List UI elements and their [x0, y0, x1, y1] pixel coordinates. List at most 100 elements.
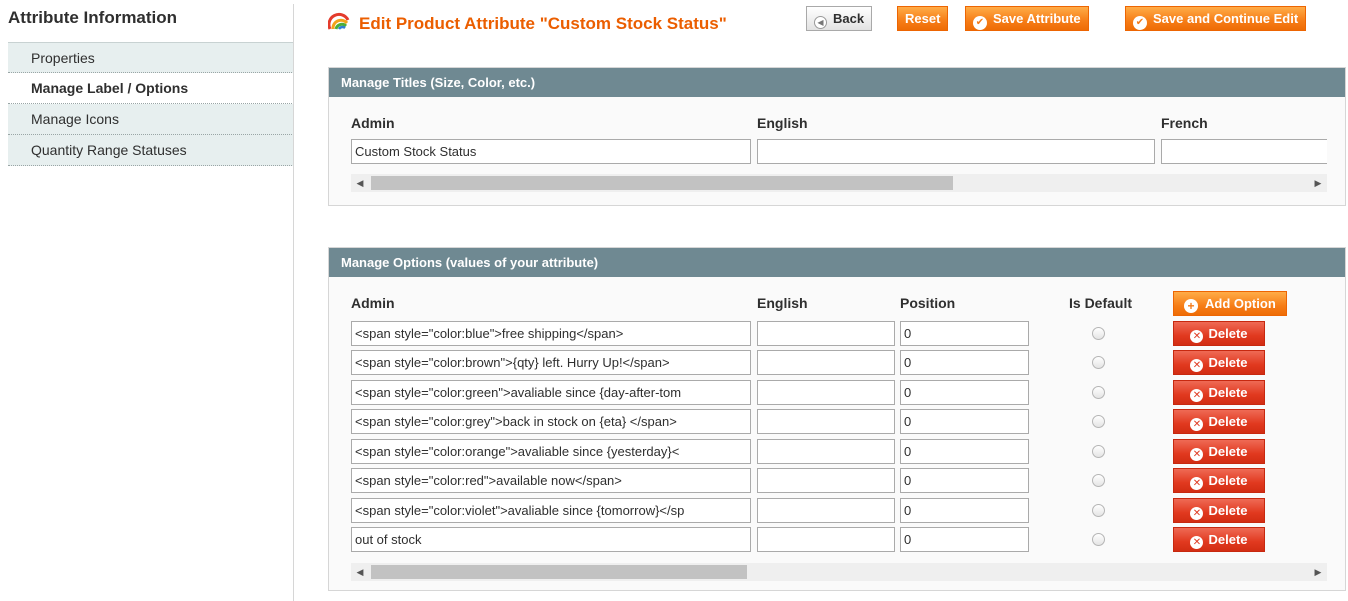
option-admin-input[interactable]: <span style="color:violet">avaliable sin… — [351, 498, 751, 523]
sidebar-tabs: Properties Manage Label / Options Manage… — [8, 42, 294, 166]
option-admin-input[interactable]: <span style="color:blue">free shipping</… — [351, 321, 751, 346]
delete-icon: ✕ — [1190, 507, 1204, 520]
option-english-input[interactable] — [757, 439, 895, 464]
titles-col-english: English — [757, 115, 808, 131]
option-position-input[interactable]: 0 — [900, 350, 1029, 375]
save-attribute-button[interactable]: ✔ Save Attribute — [965, 6, 1089, 31]
option-default-radio[interactable] — [1092, 533, 1105, 546]
back-button-label: Back — [833, 11, 865, 26]
delete-option-button[interactable]: ✕ Delete — [1173, 409, 1265, 434]
check-icon: ✔ — [973, 16, 987, 30]
delete-icon: ✕ — [1190, 448, 1204, 461]
page-header: Edit Product Attribute "Custom Stock Sta… — [328, 6, 1348, 36]
option-admin-input[interactable]: <span style="color:red">available now</s… — [351, 468, 751, 493]
delete-label: Delete — [1208, 385, 1248, 400]
option-default-radio[interactable] — [1092, 415, 1105, 428]
add-option-button[interactable]: + Add Option — [1173, 291, 1287, 316]
option-position-input[interactable]: 0 — [900, 527, 1029, 552]
options-col-english: English — [757, 295, 808, 311]
option-position-input[interactable]: 0 — [900, 321, 1029, 346]
option-admin-input[interactable]: <span style="color:grey">back in stock o… — [351, 409, 751, 434]
rainbow-icon — [328, 12, 350, 30]
plus-icon: + — [1184, 299, 1198, 313]
reset-button-label: Reset — [905, 11, 941, 26]
save-continue-label: Save and Continue Edit — [1153, 11, 1299, 26]
save-attribute-label: Save Attribute — [993, 11, 1081, 26]
reset-button[interactable]: Reset — [897, 6, 949, 31]
option-english-input[interactable] — [757, 409, 895, 434]
check-icon: ✔ — [1133, 16, 1147, 30]
delete-label: Delete — [1208, 532, 1248, 547]
option-admin-input[interactable]: out of stock — [351, 527, 751, 552]
scroll-thumb[interactable] — [371, 565, 747, 579]
option-english-input[interactable] — [757, 527, 895, 552]
delete-label: Delete — [1208, 414, 1248, 429]
options-col-is-default: Is Default — [1069, 295, 1133, 311]
delete-label: Delete — [1208, 355, 1248, 370]
add-option-label: Add Option — [1205, 296, 1276, 311]
option-admin-input[interactable]: <span style="color:brown">{qty} left. Hu… — [351, 350, 751, 375]
save-continue-button[interactable]: ✔ Save and Continue Edit — [1125, 6, 1307, 31]
delete-icon: ✕ — [1190, 359, 1204, 372]
delete-icon: ✕ — [1190, 330, 1204, 343]
title-french-input[interactable] — [1161, 139, 1327, 164]
sidebar-item-properties[interactable]: Properties — [8, 42, 294, 73]
page-title: Edit Product Attribute "Custom Stock Sta… — [359, 14, 727, 33]
titles-horizontal-scrollbar[interactable]: ◀ ▶ — [351, 174, 1327, 192]
titles-col-french: French — [1161, 115, 1208, 131]
scroll-left-icon[interactable]: ◀ — [351, 174, 369, 192]
scroll-left-icon[interactable]: ◀ — [351, 563, 369, 581]
delete-icon: ✕ — [1190, 477, 1204, 490]
scroll-right-icon[interactable]: ▶ — [1309, 563, 1327, 581]
delete-option-button[interactable]: ✕ Delete — [1173, 468, 1265, 493]
delete-option-button[interactable]: ✕ Delete — [1173, 498, 1265, 523]
options-col-position: Position — [900, 295, 956, 311]
manage-titles-panel: Manage Titles (Size, Color, etc.) Admin … — [328, 67, 1346, 206]
delete-option-button[interactable]: ✕ Delete — [1173, 527, 1265, 552]
options-horizontal-scrollbar[interactable]: ◀ ▶ — [351, 563, 1327, 581]
delete-label: Delete — [1208, 473, 1248, 488]
delete-option-button[interactable]: ✕ Delete — [1173, 321, 1265, 346]
titles-col-admin: Admin — [351, 115, 395, 131]
option-default-radio[interactable] — [1092, 445, 1105, 458]
option-position-input[interactable]: 0 — [900, 498, 1029, 523]
option-default-radio[interactable] — [1092, 504, 1105, 517]
delete-icon: ✕ — [1190, 418, 1204, 431]
option-english-input[interactable] — [757, 321, 895, 346]
option-english-input[interactable] — [757, 468, 895, 493]
manage-titles-heading: Manage Titles (Size, Color, etc.) — [329, 68, 1345, 97]
option-english-input[interactable] — [757, 498, 895, 523]
sidebar-item-manage-icons[interactable]: Manage Icons — [8, 104, 294, 135]
option-admin-input[interactable]: <span style="color:orange">avaliable sin… — [351, 439, 751, 464]
manage-options-heading: Manage Options (values of your attribute… — [329, 248, 1345, 277]
option-default-radio[interactable] — [1092, 327, 1105, 340]
delete-icon: ✕ — [1190, 536, 1204, 549]
delete-label: Delete — [1208, 326, 1248, 341]
option-position-input[interactable]: 0 — [900, 380, 1029, 405]
title-english-input[interactable] — [757, 139, 1155, 164]
delete-icon: ✕ — [1190, 389, 1204, 402]
title-admin-input[interactable]: Custom Stock Status — [351, 139, 751, 164]
option-position-input[interactable]: 0 — [900, 439, 1029, 464]
back-button[interactable]: ◀ Back — [806, 6, 873, 31]
option-default-radio[interactable] — [1092, 386, 1105, 399]
sidebar: Attribute Information Properties Manage … — [0, 0, 294, 601]
sidebar-item-manage-label-options[interactable]: Manage Label / Options — [8, 73, 294, 104]
option-default-radio[interactable] — [1092, 474, 1105, 487]
option-position-input[interactable]: 0 — [900, 468, 1029, 493]
option-default-radio[interactable] — [1092, 356, 1105, 369]
option-english-input[interactable] — [757, 350, 895, 375]
delete-option-button[interactable]: ✕ Delete — [1173, 380, 1265, 405]
sidebar-item-quantity-range-statuses[interactable]: Quantity Range Statuses — [8, 135, 294, 166]
scroll-right-icon[interactable]: ▶ — [1309, 174, 1327, 192]
delete-option-button[interactable]: ✕ Delete — [1173, 350, 1265, 375]
delete-option-button[interactable]: ✕ Delete — [1173, 439, 1265, 464]
manage-options-panel: Manage Options (values of your attribute… — [328, 247, 1346, 591]
scroll-thumb[interactable] — [371, 176, 953, 190]
option-admin-input[interactable]: <span style="color:green">avaliable sinc… — [351, 380, 751, 405]
option-english-input[interactable] — [757, 380, 895, 405]
option-position-input[interactable]: 0 — [900, 409, 1029, 434]
delete-label: Delete — [1208, 503, 1248, 518]
delete-label: Delete — [1208, 444, 1248, 459]
options-col-admin: Admin — [351, 295, 395, 311]
